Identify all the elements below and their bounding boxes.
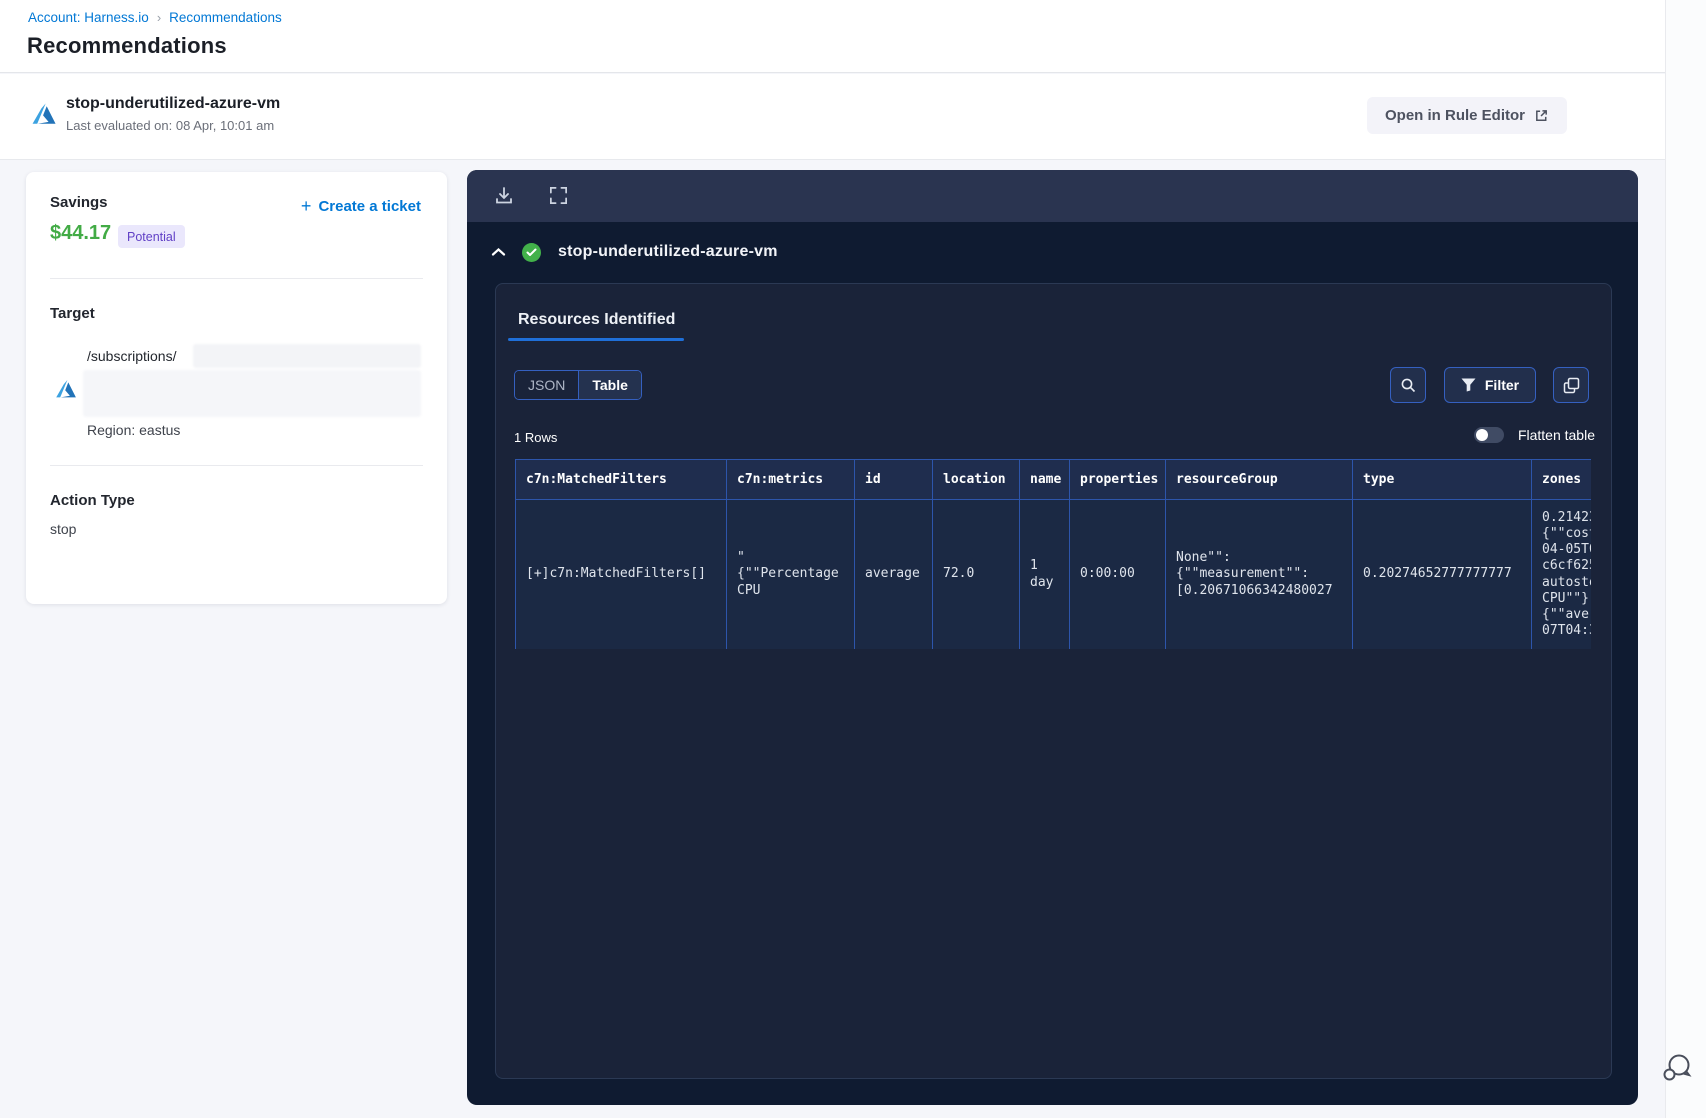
- create-ticket-label: Create a ticket: [318, 198, 421, 215]
- col-header: zones: [1531, 459, 1591, 500]
- chat-bubble-icon[interactable]: [1660, 1050, 1694, 1086]
- resources-table-container[interactable]: c7n:MatchedFilters c7n:metrics id locati…: [515, 459, 1591, 649]
- plus-icon: +: [300, 196, 312, 216]
- rows-count: 1 Rows: [514, 430, 558, 445]
- success-check-icon: [522, 242, 541, 262]
- flatten-table-control: Flatten table: [1473, 427, 1595, 443]
- page-title: Recommendations: [27, 33, 227, 58]
- cell-resource-group: None"": {""measurement"": [0.20671066342…: [1165, 499, 1353, 649]
- col-header: c7n:metrics: [726, 459, 855, 500]
- filter-button[interactable]: Filter: [1444, 367, 1536, 403]
- action-type-value: stop: [50, 521, 77, 537]
- action-type-label: Action Type: [50, 492, 135, 509]
- cell-metrics: " {""Percentage CPU: [726, 499, 855, 649]
- toggle-knob-icon: [1475, 429, 1488, 441]
- resources-panel: Resources Identified JSON Table Filter 1…: [495, 283, 1612, 1079]
- view-mode-toggle: JSON Table: [514, 370, 642, 400]
- savings-potential-badge: Potential: [118, 225, 185, 248]
- search-icon: [1401, 378, 1415, 392]
- search-button[interactable]: [1390, 367, 1426, 403]
- col-header: name: [1019, 459, 1070, 500]
- col-header: c7n:MatchedFilters: [515, 459, 727, 500]
- cell-id: average: [854, 499, 933, 649]
- table-header-row: c7n:MatchedFilters c7n:metrics id locati…: [515, 459, 1591, 500]
- flatten-table-label: Flatten table: [1517, 427, 1595, 443]
- target-label: Target: [50, 305, 95, 322]
- tab-resources-identified[interactable]: Resources Identified: [518, 311, 675, 329]
- redacted-resource-path: [83, 370, 421, 417]
- recommendation-summary-card: Savings + Create a ticket $44.17 Potenti…: [26, 172, 447, 604]
- copy-icon: [1563, 377, 1579, 393]
- resources-table: c7n:MatchedFilters c7n:metrics id locati…: [515, 459, 1591, 649]
- redacted-subscription-id: [193, 344, 421, 368]
- copy-button[interactable]: [1553, 367, 1589, 403]
- col-header: properties: [1069, 459, 1166, 500]
- active-tab-underline: [508, 338, 684, 341]
- recommendation-header: stop-underutilized-azure-vm Last evaluat…: [0, 74, 1665, 198]
- policy-name: stop-underutilized-azure-vm: [558, 243, 778, 260]
- flatten-toggle[interactable]: [1473, 427, 1504, 443]
- azure-logo-icon: [56, 380, 76, 398]
- card-divider: [50, 465, 423, 466]
- breadcrumb-separator-icon: ›: [156, 10, 162, 25]
- page-header-band: Account: Harness.io › Recommendations Re…: [0, 0, 1665, 73]
- download-icon[interactable]: [493, 185, 515, 207]
- azure-logo-icon: [32, 103, 56, 124]
- table-row: [+]c7n:MatchedFilters[] " {""Percentage …: [515, 499, 1591, 649]
- breadcrumb: Account: Harness.io › Recommendations: [28, 10, 282, 25]
- cell-name: 1 day: [1019, 499, 1070, 649]
- col-header: id: [854, 459, 933, 500]
- col-header: resourceGroup: [1165, 459, 1353, 500]
- view-mode-table[interactable]: Table: [578, 371, 641, 399]
- create-ticket-button[interactable]: + Create a ticket: [300, 196, 421, 216]
- col-header: type: [1352, 459, 1532, 500]
- right-rail: [1665, 0, 1706, 1118]
- fullscreen-icon[interactable]: [547, 185, 569, 207]
- cell-properties: 0:00:00: [1069, 499, 1166, 649]
- matched-filters-expand-link[interactable]: [+]c7n:MatchedFilters[]: [515, 499, 727, 649]
- breadcrumb-account-link[interactable]: Account: Harness.io: [28, 10, 149, 25]
- view-mode-json[interactable]: JSON: [515, 371, 579, 399]
- collapse-chevron-icon[interactable]: [491, 247, 506, 257]
- open-rule-editor-button[interactable]: Open in Rule Editor: [1367, 97, 1568, 134]
- open-rule-editor-label: Open in Rule Editor: [1385, 107, 1526, 124]
- target-region: Region: eastus: [87, 422, 181, 438]
- card-divider: [50, 278, 423, 279]
- filter-label: Filter: [1484, 377, 1520, 393]
- col-header: location: [932, 459, 1020, 500]
- viewer-toolbar: [467, 170, 1638, 222]
- cell-location: 72.0: [932, 499, 1020, 649]
- cell-type: 0.20274652777777777: [1352, 499, 1532, 649]
- filter-funnel-icon: [1461, 378, 1476, 392]
- recommendation-name: stop-underutilized-azure-vm: [66, 95, 281, 112]
- last-evaluated-text: Last evaluated on: 08 Apr, 10:01 am: [66, 118, 275, 133]
- cell-zones: 0.21423 {""cost 04-05T0 c6cf625 autosto …: [1531, 499, 1591, 649]
- policy-result-row: stop-underutilized-azure-vm: [467, 222, 1638, 282]
- breadcrumb-recommendations-link[interactable]: Recommendations: [169, 10, 282, 25]
- savings-amount: $44.17: [50, 222, 112, 244]
- policy-output-viewer: stop-underutilized-azure-vm Resources Id…: [467, 170, 1638, 1105]
- savings-label: Savings: [50, 194, 108, 211]
- external-link-icon: [1536, 110, 1547, 121]
- target-path: /subscriptions/: [87, 348, 177, 364]
